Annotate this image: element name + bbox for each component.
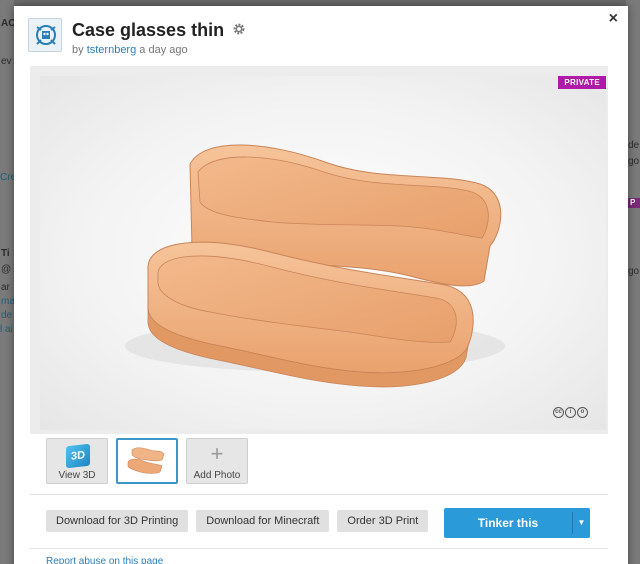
model-thumbnail-icon — [127, 447, 165, 474]
page-title: Case glasses thin — [72, 20, 225, 40]
bg-text: ar — [1, 282, 10, 293]
view-3d-icon: 3D — [66, 443, 90, 469]
bg-text: go — [628, 156, 640, 167]
bg-text: ev — [1, 56, 12, 67]
bg-text: @ — [1, 264, 12, 275]
model-viewer-frame: PRIVATE cc i o — [30, 66, 608, 434]
divider — [30, 494, 608, 495]
cc-icon: cc — [553, 407, 564, 418]
plus-icon: + — [210, 441, 224, 466]
attribution-icon: i — [565, 407, 576, 418]
report-abuse-link[interactable]: Report abuse on this page — [46, 556, 163, 564]
bg-text: ma — [1, 296, 15, 307]
avatar[interactable] — [28, 18, 62, 52]
background-right-strip — [626, 0, 640, 564]
byline: by tsternberg a day ago — [72, 44, 188, 56]
timestamp: a day ago — [139, 44, 188, 56]
bg-text: P — [630, 198, 636, 207]
bg-text: go — [628, 266, 640, 277]
author-link[interactable]: tsternberg — [87, 44, 137, 56]
thumbnail-label: Add Photo — [193, 470, 241, 481]
robot-avatar-icon — [29, 19, 61, 51]
view-3d-thumbnail[interactable]: 3D View 3D — [46, 438, 108, 484]
bg-text: Ti — [1, 248, 10, 259]
chevron-down-icon[interactable]: ▼ — [573, 508, 590, 538]
bg-text: de — [1, 310, 13, 321]
model-viewer[interactable]: PRIVATE cc i o — [40, 76, 606, 430]
thumbnail-label: View 3D — [58, 470, 96, 481]
download-3d-printing-button[interactable]: Download for 3D Printing — [46, 510, 189, 532]
gear-icon[interactable] — [232, 22, 246, 36]
license-icons[interactable]: cc i o — [553, 407, 588, 418]
thing-modal: × Case glasses thin by tsternberg a day — [14, 6, 628, 564]
by-prefix: by — [72, 44, 84, 56]
action-buttons: Download for 3D Printing Download for Mi… — [46, 510, 429, 532]
divider — [30, 548, 608, 549]
bg-text: l ai — [0, 324, 13, 335]
close-icon[interactable]: × — [609, 10, 618, 28]
order-3d-print-button[interactable]: Order 3D Print — [337, 510, 429, 532]
download-minecraft-button[interactable]: Download for Minecraft — [196, 510, 330, 532]
tinker-this-button[interactable]: Tinker this ▼ — [444, 508, 590, 538]
bg-text: de — [628, 140, 640, 151]
modal-header: Case glasses thin by tsternberg a day ag… — [28, 18, 588, 62]
model-thumbnail[interactable] — [116, 438, 178, 484]
share-alike-icon: o — [577, 407, 588, 418]
add-photo-button[interactable]: + Add Photo — [186, 438, 248, 484]
tinker-this-label: Tinker this — [477, 516, 539, 530]
model-render — [125, 144, 505, 388]
thumbnail-strip: 3D View 3D + Add Photo — [46, 438, 248, 488]
